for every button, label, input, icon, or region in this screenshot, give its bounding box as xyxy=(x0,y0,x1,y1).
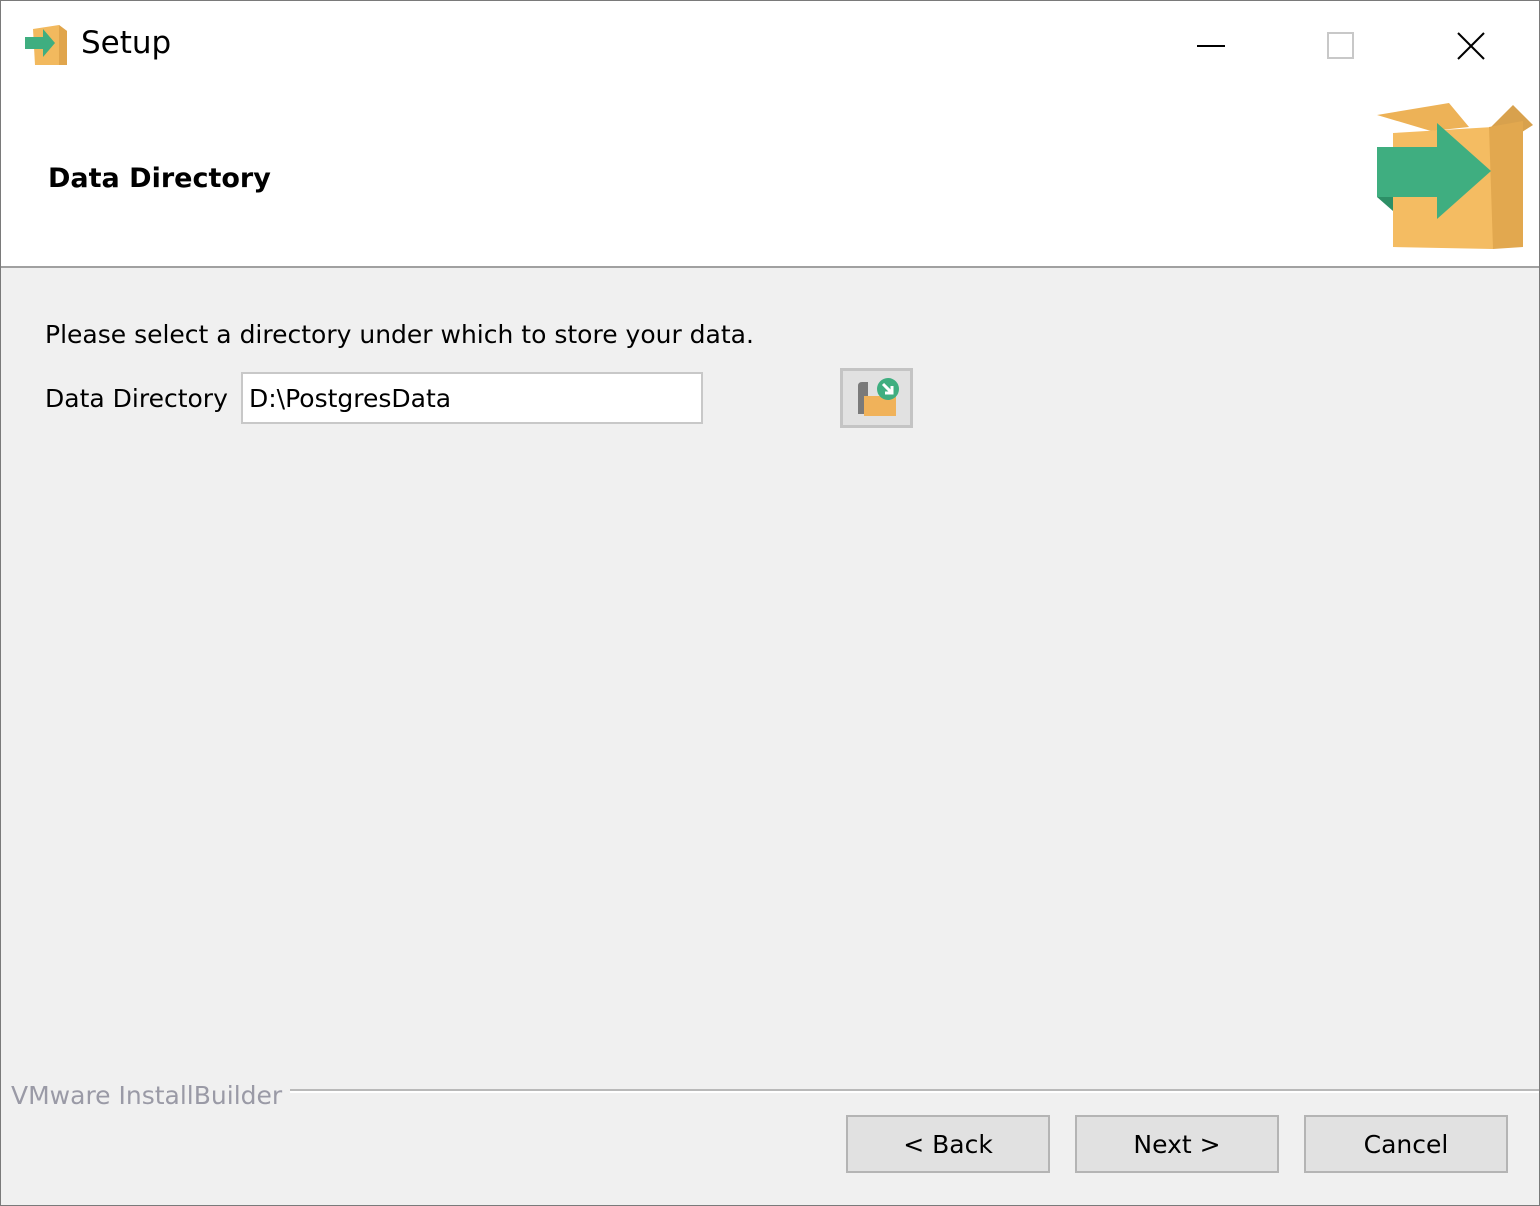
minimize-button[interactable] xyxy=(1146,1,1276,91)
cancel-button[interactable]: Cancel xyxy=(1304,1115,1508,1173)
window-title: Setup xyxy=(81,25,172,61)
instruction-text: Please select a directory under which to… xyxy=(45,320,754,349)
browse-folder-button[interactable] xyxy=(840,368,913,428)
maximize-icon xyxy=(1327,32,1354,59)
brand-label: VMware InstallBuilder xyxy=(11,1081,291,1110)
minimize-icon xyxy=(1197,45,1225,47)
back-button[interactable]: < Back xyxy=(846,1115,1050,1173)
installer-box-arrow-icon xyxy=(25,25,67,65)
maximize-button[interactable] xyxy=(1276,1,1406,91)
data-directory-label: Data Directory xyxy=(45,384,228,413)
setup-window: Setup Data Directory Please select a dir… xyxy=(0,0,1540,1206)
next-button[interactable]: Next > xyxy=(1075,1115,1279,1173)
wizard-content: Please select a directory under which to… xyxy=(1,268,1539,1088)
data-directory-input[interactable] xyxy=(241,372,703,424)
folder-browse-icon xyxy=(857,378,899,416)
installer-box-arrow-icon xyxy=(1377,103,1533,249)
close-icon xyxy=(1457,32,1485,60)
title-bar: Setup xyxy=(1,1,1539,91)
wizard-header: Data Directory xyxy=(1,91,1539,268)
close-button[interactable] xyxy=(1406,1,1536,91)
page-title: Data Directory xyxy=(48,163,271,194)
